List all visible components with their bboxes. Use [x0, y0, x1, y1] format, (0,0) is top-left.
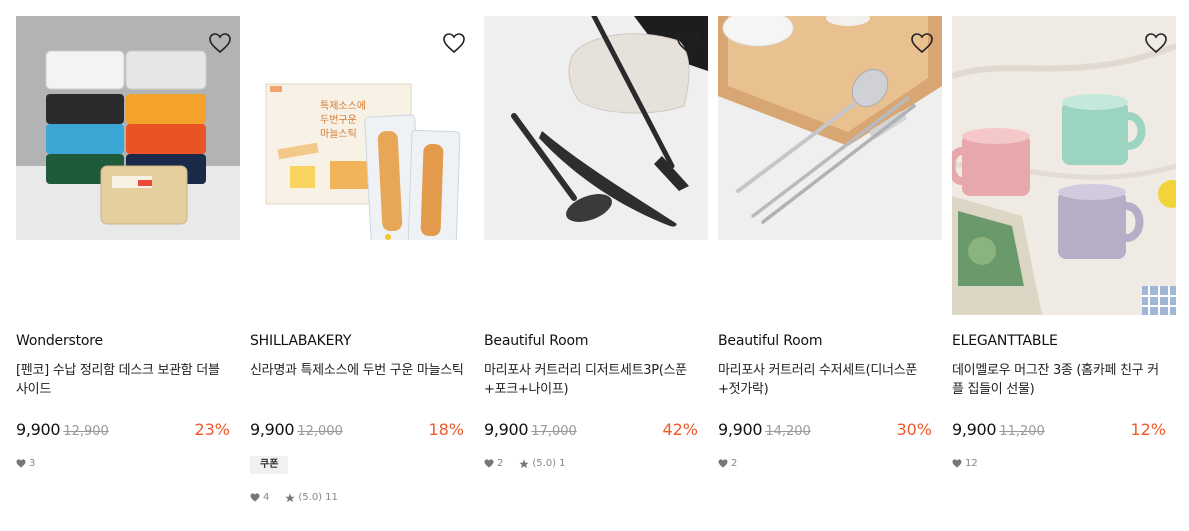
- wishlist-heart-icon[interactable]: [1144, 32, 1168, 54]
- original-price: 11,200: [999, 424, 1045, 439]
- like-heart-icon: [16, 459, 26, 468]
- product-meta: 12: [952, 458, 978, 469]
- original-price: 12,000: [297, 424, 343, 439]
- product-meta: 2 (5.0) 1: [484, 458, 565, 469]
- original-price: 14,200: [765, 424, 811, 439]
- like-heart-icon: [250, 493, 260, 502]
- like-count: 2: [731, 458, 738, 469]
- like-count: 4: [263, 492, 270, 503]
- rating-score: (5.0): [298, 492, 323, 503]
- wishlist-heart-icon[interactable]: [208, 32, 232, 54]
- product-image[interactable]: 특제소스에 두번구운 마늘스틱: [250, 16, 474, 240]
- product-card[interactable]: ELEGANTTABLE 데이멜로우 머그잔 3종 (홈카페 친구 커플 집들이…: [952, 16, 1176, 469]
- product-title[interactable]: 마리포사 커트러리 수저세트(디너스푼+젓가락): [718, 361, 932, 399]
- discount-rate: 30%: [896, 420, 932, 439]
- price-row: 9,900 12,000 18%: [250, 420, 464, 442]
- sale-price: 9,900: [250, 420, 295, 439]
- brand-name[interactable]: Beautiful Room: [484, 333, 588, 349]
- discount-rate: 42%: [662, 420, 698, 439]
- product-title[interactable]: 마리포사 커트러리 디저트세트3P(스푼+포크+나이프): [484, 361, 698, 399]
- product-card[interactable]: Wonderstore [펜코] 수납 정리함 데스크 보관함 더블 사이드 9…: [16, 16, 240, 469]
- product-title[interactable]: [펜코] 수납 정리함 데스크 보관함 더블 사이드: [16, 361, 230, 399]
- wishlist-heart-icon[interactable]: [442, 32, 466, 54]
- original-price: 12,900: [63, 424, 109, 439]
- discount-rate: 18%: [428, 420, 464, 439]
- like-count: 3: [29, 458, 36, 469]
- product-title[interactable]: 데이멜로우 머그잔 3종 (홈카페 친구 커플 집들이 선물): [952, 361, 1166, 399]
- star-icon: [519, 458, 529, 468]
- product-card[interactable]: 특제소스에 두번구운 마늘스틱 SHILLABAKERY 신라명과 특제소스에 …: [250, 16, 474, 503]
- review-count: 11: [325, 492, 338, 503]
- wishlist-heart-icon[interactable]: [676, 32, 700, 54]
- sale-price: 9,900: [952, 420, 997, 439]
- brand-name[interactable]: ELEGANTTABLE: [952, 333, 1058, 349]
- product-meta: 2: [718, 458, 737, 469]
- discount-rate: 12%: [1130, 420, 1166, 439]
- brand-name[interactable]: Wonderstore: [16, 333, 103, 349]
- product-image[interactable]: [16, 16, 240, 240]
- price-row: 9,900 11,200 12%: [952, 420, 1166, 442]
- original-price: 17,000: [531, 424, 577, 439]
- product-image[interactable]: [718, 16, 942, 240]
- brand-name[interactable]: Beautiful Room: [718, 333, 822, 349]
- price-row: 9,900 17,000 42%: [484, 420, 698, 442]
- product-card[interactable]: Beautiful Room 마리포사 커트러리 수저세트(디너스푼+젓가락) …: [718, 16, 942, 469]
- product-title[interactable]: 신라명과 특제소스에 두번 구운 마늘스틱: [250, 361, 464, 380]
- price-row: 9,900 12,900 23%: [16, 420, 230, 442]
- product-card[interactable]: Beautiful Room 마리포사 커트러리 디저트세트3P(스푼+포크+나…: [484, 16, 708, 469]
- like-heart-icon: [718, 459, 728, 468]
- like-heart-icon: [952, 459, 962, 468]
- discount-rate: 23%: [194, 420, 230, 439]
- sale-price: 9,900: [16, 420, 61, 439]
- sale-price: 9,900: [484, 420, 529, 439]
- wishlist-heart-icon[interactable]: [910, 32, 934, 54]
- product-meta: 3: [16, 458, 35, 469]
- like-count: 12: [965, 458, 978, 469]
- star-icon: [285, 492, 295, 502]
- sale-price: 9,900: [718, 420, 763, 439]
- like-heart-icon: [484, 459, 494, 468]
- product-meta: 4 (5.0) 11: [250, 492, 338, 503]
- product-image[interactable]: [484, 16, 708, 240]
- product-image[interactable]: [952, 16, 1176, 315]
- review-count: 1: [559, 458, 566, 469]
- price-row: 9,900 14,200 30%: [718, 420, 932, 442]
- coupon-badge: 쿠폰: [250, 456, 289, 474]
- brand-name[interactable]: SHILLABAKERY: [250, 333, 351, 349]
- rating-score: (5.0): [532, 458, 557, 469]
- like-count: 2: [497, 458, 504, 469]
